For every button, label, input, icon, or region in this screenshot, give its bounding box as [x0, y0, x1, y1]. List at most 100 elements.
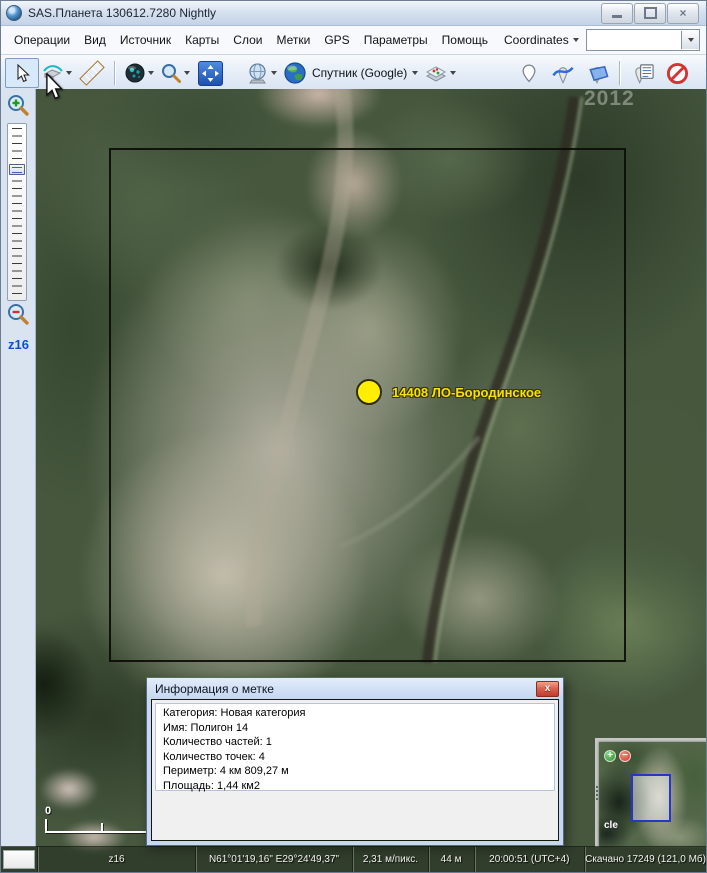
path-pin-icon [551, 62, 575, 85]
toolbar-separator [114, 61, 116, 85]
menu-coordinates[interactable]: Coordinates [497, 28, 586, 52]
cursor-arrow-icon [12, 63, 32, 83]
title-bar[interactable]: SAS.Планета 130612.7280 Nightly × [1, 1, 706, 26]
chevron-down-icon [688, 38, 694, 45]
minimize-icon [612, 15, 622, 18]
placemark-manager-button[interactable] [626, 58, 660, 88]
layers-icon [424, 62, 448, 84]
app-globe-icon [6, 5, 22, 21]
info-area: Площадь: 1,44 км2 [163, 779, 547, 794]
mini-map-panel[interactable]: + − cle [595, 738, 706, 847]
menu-source[interactable]: Источник [113, 28, 178, 52]
ruler-icon [79, 60, 104, 85]
minimize-button[interactable] [601, 3, 633, 24]
info-name: Имя: Полигон 14 [163, 721, 547, 736]
close-button[interactable]: × [667, 3, 699, 24]
polygon-placemark-outline[interactable] [109, 148, 626, 662]
status-zoom[interactable]: z16 [37, 847, 194, 872]
status-bar: z16 N61°01'19,16" E29°24'49,37" 2,31 м/п… [1, 846, 706, 872]
chevron-down-icon [573, 38, 579, 45]
no-entry-icon [666, 62, 689, 85]
fullscreen-icon [198, 61, 223, 86]
maximize-button[interactable] [634, 3, 666, 24]
menu-view[interactable]: Вид [77, 28, 113, 52]
add-placemark-tool[interactable] [512, 58, 546, 88]
chevron-down-icon [412, 71, 418, 78]
chevron-down-icon [450, 71, 456, 78]
menu-gps[interactable]: GPS [317, 28, 356, 52]
polygon-pin-icon [585, 62, 610, 85]
combo-dropdown-button[interactable] [681, 31, 699, 49]
mini-map-watermark: cle [604, 820, 618, 831]
add-polygon-tool[interactable] [580, 58, 614, 88]
mini-map-viewport-rect[interactable] [631, 774, 671, 822]
map-client-area: 2012 14408 ЛО-Бородинское 0 [1, 89, 706, 872]
imagery-year-watermark: 2012 [584, 89, 635, 111]
add-path-tool[interactable] [546, 58, 580, 88]
info-category: Категория: Новая категория [163, 706, 547, 721]
layers-selector[interactable] [421, 58, 459, 88]
zoom-out-button[interactable] [6, 302, 30, 328]
window-title: SAS.Планета 130612.7280 Nightly [28, 6, 216, 20]
select-cursor-tool[interactable] [5, 58, 39, 88]
earth-icon [283, 61, 307, 85]
menu-operations[interactable]: Операции [7, 28, 77, 52]
fullscreen-button[interactable] [193, 58, 227, 88]
magnifier-icon [160, 62, 182, 84]
chevron-down-icon [271, 71, 277, 78]
info-parts-count: Количество частей: 1 [163, 735, 547, 750]
mini-map-resize-grip[interactable] [596, 786, 598, 802]
placemark-marker-label: 14408 ЛО-Бородинское [392, 385, 541, 400]
chevron-down-icon [148, 71, 154, 78]
fill-map-tool[interactable] [121, 58, 157, 88]
zoom-sidebar: z16 [1, 89, 36, 847]
main-toolbar: Спутник (Google) [1, 55, 706, 92]
menu-layers[interactable]: Слои [226, 28, 269, 52]
menu-placemarks[interactable]: Метки [269, 28, 317, 52]
placemark-list-icon [632, 62, 655, 85]
menu-settings[interactable]: Параметры [357, 28, 435, 52]
status-grip-box [3, 850, 35, 869]
status-downloaded: Скачано 17249 (121,0 Мб) [584, 847, 706, 872]
status-elevation: 44 м [428, 847, 474, 872]
dialog-close-button[interactable]: x [536, 681, 559, 697]
chevron-down-icon [66, 71, 72, 78]
zoom-in-icon [6, 93, 30, 119]
hide-placemarks-button[interactable] [660, 58, 694, 88]
info-points-count: Количество точек: 4 [163, 750, 547, 765]
placemark-info-dialog: Информация о метке x Категория: Новая ка… [146, 677, 564, 846]
mini-map-zoom-in-button[interactable]: + [604, 750, 616, 762]
zoom-slider-track[interactable] [7, 123, 27, 301]
dialog-body: Категория: Новая категория Имя: Полигон … [151, 699, 559, 841]
measure-distance-tool[interactable] [75, 58, 109, 88]
zoom-slider-ticks [12, 128, 22, 296]
zoom-out-icon [6, 302, 30, 328]
dark-globe-icon [124, 62, 146, 84]
info-perimeter: Периметр: 4 км 809,27 м [163, 764, 547, 779]
scale-mid-tick [101, 823, 103, 831]
dialog-title: Информация о метке [155, 682, 274, 696]
zoom-in-button[interactable] [6, 93, 30, 119]
zoom-slider-thumb[interactable] [9, 164, 25, 175]
menu-help[interactable]: Помощь [435, 28, 495, 52]
placemark-marker-dot[interactable] [356, 379, 382, 405]
chevron-down-icon [184, 71, 190, 78]
placemark-info-text: Категория: Новая категория Имя: Полигон … [155, 703, 555, 791]
mini-map-zoom-out-button[interactable]: − [619, 750, 631, 762]
status-resolution: 2,31 м/пикс. [352, 847, 427, 872]
status-coordinates: N61°01'19,16" E29°24'49,37" [195, 847, 352, 872]
zoom-region-tool[interactable] [157, 58, 193, 88]
menu-bar: Операции Вид Источник Карты Слои Метки G… [1, 26, 706, 55]
gps-tool[interactable] [243, 58, 280, 88]
placemark-pin-icon [519, 62, 539, 85]
toolbar-separator [619, 61, 621, 85]
zoom-level-label: z16 [8, 337, 29, 352]
coordinates-combobox[interactable] [586, 29, 700, 51]
maximize-icon [644, 7, 657, 19]
dialog-title-bar[interactable]: Информация о метке x [147, 678, 563, 699]
gps-globe-icon [246, 62, 269, 85]
menu-maps[interactable]: Карты [178, 28, 226, 52]
map-source-label: Спутник (Google) [309, 66, 410, 80]
map-source-selector[interactable]: Спутник (Google) [280, 58, 421, 88]
app-window: SAS.Планета 130612.7280 Nightly × Операц… [0, 0, 707, 873]
